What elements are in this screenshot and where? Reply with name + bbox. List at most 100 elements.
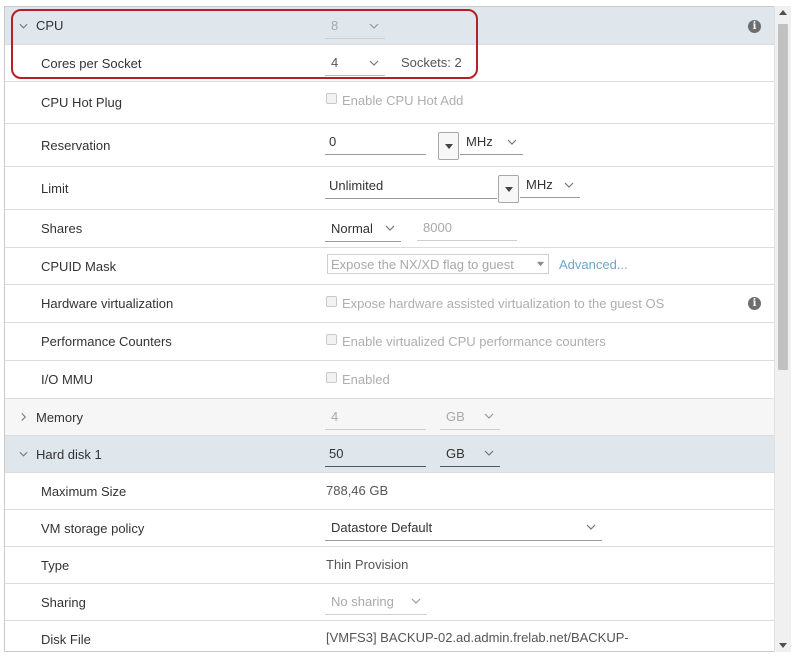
sockets-count-text: Sockets: 2 [401,55,462,70]
hardware-virtualization-row: Hardware virtualization Expose hardware … [5,285,775,323]
vm-hardware-settings-panel: CPU 8 i Cores per Socket 4 Sockets: 2 CP… [4,6,791,652]
limit-row: Limit Unlimited MHz [5,167,775,210]
cpu-count-value: 8 [331,18,339,33]
cores-per-socket-label: Cores per Socket [41,55,142,71]
sharing-row: Sharing No sharing [5,584,775,621]
info-icon[interactable]: i [748,20,761,33]
reservation-preset-button[interactable] [438,132,459,160]
type-label: Type [41,557,70,573]
caret-down-icon [537,261,544,267]
chevron-down-icon [369,60,379,66]
cpuid-advanced-link[interactable]: Advanced... [559,257,628,272]
sharing-label: Sharing [41,594,86,610]
scroll-down-arrow-icon[interactable] [779,643,787,648]
io-mmu-checkbox[interactable] [326,372,337,383]
chevron-down-icon [586,524,596,530]
disk-file-value: [VMFS3] BACKUP-02.ad.admin.frelab.net/BA… [326,630,629,645]
reservation-unit-value: MHz [466,134,493,149]
chevron-down-icon [411,598,421,604]
cpu-label: CPU [36,18,64,33]
cpu-hot-plug-row: CPU Hot Plug Enable CPU Hot Add [5,82,775,124]
reservation-label: Reservation [41,137,111,153]
scroll-up-arrow-icon[interactable] [779,10,787,15]
type-row: Type Thin Provision [5,547,775,584]
cpu-count-dropdown[interactable]: 8 [325,13,385,39]
memory-unit-value: GB [446,408,465,424]
memory-unit-dropdown[interactable]: GB [440,403,500,430]
chevron-down-icon [484,413,494,419]
limit-unit-dropdown[interactable]: MHz [520,172,580,198]
hardware-virtualization-checkbox-label: Expose hardware assisted virtualization … [342,296,665,311]
caret-down-icon [444,143,453,149]
performance-counters-checkbox-label: Enable virtualized CPU performance count… [342,334,606,349]
hard-disk-unit-dropdown[interactable]: GB [440,440,500,467]
caret-down-icon [504,186,513,192]
vm-storage-policy-dropdown[interactable]: Datastore Default [325,514,602,541]
hard-disk-size-input[interactable]: 50 [325,440,426,467]
maximum-size-value: 788,46 GB [326,483,389,498]
performance-counters-row: Performance Counters Enable virtualized … [5,323,775,361]
hardware-virtualization-label: Hardware virtualization [41,296,174,311]
limit-label: Limit [41,180,69,196]
chevron-down-icon [484,450,494,456]
io-mmu-checkbox-label: Enabled [342,372,390,387]
memory-input[interactable]: 4 [325,403,426,430]
limit-input[interactable]: Unlimited [325,172,497,199]
info-icon[interactable]: i [748,297,761,310]
cpu-hot-add-checkbox[interactable] [326,93,337,104]
chevron-down-icon [564,182,574,188]
cpu-row[interactable]: CPU 8 i [5,7,775,45]
hard-disk-size-value: 50 [329,445,344,461]
reservation-unit-dropdown[interactable]: MHz [460,129,523,155]
io-mmu-label: I/O MMU [41,372,93,387]
cores-per-socket-row: Cores per Socket 4 Sockets: 2 [5,45,775,82]
disk-file-label: Disk File [41,632,91,647]
shares-row: Shares Normal 8000 [5,210,775,248]
memory-row[interactable]: Memory 4 GB [5,399,775,436]
cpu-hot-add-checkbox-label: Enable CPU Hot Add [342,93,464,108]
cpu-hot-plug-label: CPU Hot Plug [41,95,122,110]
limit-preset-button[interactable] [498,175,519,203]
vm-storage-policy-row: VM storage policy Datastore Default [5,510,775,547]
shares-value: 8000 [423,219,452,235]
performance-counters-checkbox[interactable] [326,334,337,345]
shares-value-input[interactable]: 8000 [417,214,517,241]
shares-level-value: Normal [331,220,373,236]
memory-label: Memory [36,409,83,425]
chevron-down-icon[interactable] [19,450,28,459]
maximum-size-label: Maximum Size [41,483,127,499]
maximum-size-row: Maximum Size 788,46 GB [5,473,775,510]
chevron-down-icon [507,139,517,145]
io-mmu-row: I/O MMU Enabled [5,361,775,399]
scrollbar-thumb[interactable] [778,24,788,370]
hard-disk-1-row[interactable]: Hard disk 1 50 GB [5,436,775,473]
vertical-scrollbar[interactable] [774,6,791,652]
vm-storage-policy-label: VM storage policy [41,520,145,536]
hard-disk-1-label: Hard disk 1 [36,446,102,462]
chevron-down-icon [385,225,395,231]
chevron-down-icon[interactable] [19,21,28,30]
shares-label: Shares [41,221,83,236]
type-value: Thin Provision [326,557,409,572]
hardware-virtualization-checkbox[interactable] [326,296,337,307]
chevron-right-icon[interactable] [19,413,28,422]
hard-disk-unit-value: GB [446,445,465,461]
vm-storage-policy-value: Datastore Default [331,519,433,535]
cpuid-mask-label: CPUID Mask [41,258,117,274]
chevron-down-icon [369,23,379,29]
reservation-input-value: 0 [329,133,337,149]
sharing-dropdown[interactable]: No sharing [325,588,427,615]
reservation-input[interactable]: 0 [325,128,426,155]
limit-unit-value: MHz [526,177,553,192]
cpuid-mask-select[interactable]: Expose the NX/XD flag to guest [327,254,549,274]
disk-file-row: Disk File [VMFS3] BACKUP-02.ad.admin.fre… [5,621,775,651]
memory-value: 4 [331,408,339,424]
cpuid-mask-row: CPUID Mask Expose the NX/XD flag to gues… [5,248,775,285]
shares-level-dropdown[interactable]: Normal [325,215,401,242]
cpuid-mask-selected: Expose the NX/XD flag to guest [331,256,514,272]
performance-counters-label: Performance Counters [41,334,172,349]
cores-per-socket-dropdown[interactable]: 4 [325,50,385,76]
reservation-row: Reservation 0 MHz [5,124,775,167]
sharing-value: No sharing [331,593,394,609]
limit-input-value: Unlimited [329,177,384,193]
